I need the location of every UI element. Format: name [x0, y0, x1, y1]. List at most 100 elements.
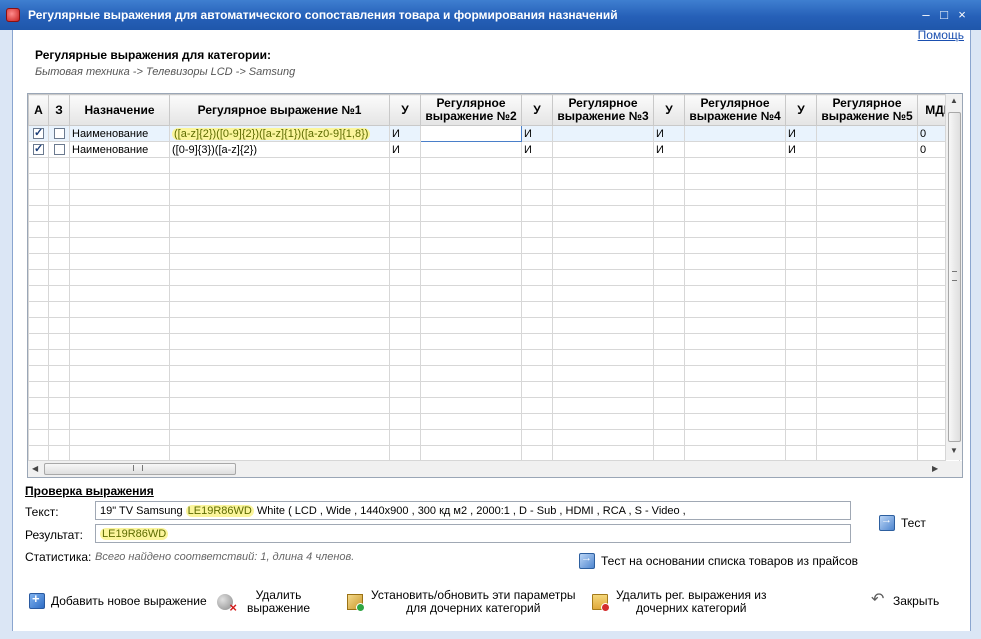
empty-cell [653, 253, 685, 270]
empty-cell [521, 429, 553, 446]
empty-cell [28, 349, 49, 366]
col-header-rx5[interactable]: Регулярное выражение №5 [816, 94, 918, 126]
cell-u2[interactable]: И [521, 141, 553, 158]
col-header-rx4[interactable]: Регулярное выражение №4 [684, 94, 786, 126]
cell-u4[interactable]: И [785, 125, 817, 142]
col-header-naznachenie[interactable]: Назначение [69, 94, 170, 126]
cell-rx1[interactable]: ([0-9]{3})([a-z]{2}) [169, 141, 390, 158]
result-field[interactable]: LE19R86WD [95, 524, 851, 543]
cell-naznachenie[interactable]: Наименование [69, 141, 170, 158]
cell-rx3[interactable] [552, 125, 654, 142]
cell-u1[interactable]: И [389, 125, 421, 142]
empty-cell [420, 269, 522, 286]
col-header-u2[interactable]: У [521, 94, 553, 126]
horizontal-scrollbar[interactable]: ◀ ▶ [28, 460, 946, 477]
empty-cell [48, 173, 70, 190]
empty-cell [169, 333, 390, 350]
scroll-left-icon[interactable]: ◀ [32, 464, 38, 473]
empty-cell [785, 285, 817, 302]
close-icon[interactable]: × [954, 8, 970, 22]
col-header-z[interactable]: З [48, 94, 70, 126]
maximize-icon[interactable]: □ [936, 8, 952, 22]
cell-rx4[interactable] [684, 125, 786, 142]
empty-cell [420, 381, 522, 398]
col-header-u1[interactable]: У [389, 94, 421, 126]
empty-row [28, 173, 960, 190]
cell-rx5[interactable] [816, 125, 918, 142]
cell-naznachenie[interactable]: Наименование [69, 125, 170, 142]
empty-cell [785, 365, 817, 382]
scroll-up-icon[interactable]: ▲ [950, 96, 958, 105]
grip-icon [952, 271, 957, 281]
cell-rx4[interactable] [684, 141, 786, 158]
empty-cell [785, 269, 817, 286]
regex-grid[interactable]: А З Назначение Регулярное выражение №1 У… [27, 93, 963, 478]
horizontal-scroll-thumb[interactable] [44, 463, 236, 475]
checkbox-a[interactable] [33, 127, 44, 140]
table-row[interactable]: Наименование ([a-z]{2})([0-9]{2})([a-z]{… [28, 125, 960, 142]
empty-cell [420, 317, 522, 334]
cell-u3[interactable]: И [653, 141, 685, 158]
checkbox-a[interactable] [33, 143, 44, 156]
empty-cell [69, 189, 170, 206]
add-expression-button[interactable]: Добавить новое выражение [29, 591, 207, 609]
cell-u4[interactable]: И [785, 141, 817, 158]
set-child-params-button[interactable]: Установить/обновить эти параметры для доч… [347, 589, 576, 615]
empty-cell [785, 189, 817, 206]
help-link[interactable]: Помощь [918, 28, 964, 42]
empty-row [28, 189, 960, 206]
minimize-icon[interactable]: – [918, 8, 934, 22]
empty-cell [169, 285, 390, 302]
title-bar[interactable]: Регулярные выражения для автоматического… [0, 0, 981, 30]
cell-u1[interactable]: И [389, 141, 421, 158]
col-header-a[interactable]: А [28, 94, 49, 126]
empty-cell [785, 205, 817, 222]
empty-cell [389, 269, 421, 286]
empty-cell [552, 205, 654, 222]
checkbox-z[interactable] [53, 144, 65, 156]
empty-cell [69, 285, 170, 302]
empty-cell [28, 413, 49, 430]
cell-rx5[interactable] [816, 141, 918, 158]
empty-cell [684, 205, 786, 222]
table-row[interactable]: Наименование ([0-9]{3})([a-z]{2}) И И И … [28, 141, 960, 158]
col-header-rx3[interactable]: Регулярное выражение №3 [552, 94, 654, 126]
empty-cell [684, 349, 786, 366]
cell-z[interactable] [48, 125, 70, 142]
empty-cell [653, 333, 685, 350]
empty-cell [552, 301, 654, 318]
scroll-right-icon[interactable]: ▶ [932, 464, 938, 473]
empty-cell [684, 301, 786, 318]
test-text-input[interactable]: 19" TV Samsung LE19R86WD White ( LCD , W… [95, 501, 851, 520]
close-button[interactable]: Закрыть [871, 589, 939, 609]
check-section-title: Проверка выражения [25, 484, 154, 498]
col-header-rx2[interactable]: Регулярное выражение №2 [420, 94, 522, 126]
empty-cell [389, 301, 421, 318]
cell-rx2[interactable] [420, 141, 522, 158]
empty-cell [48, 269, 70, 286]
test-button[interactable]: Тест [879, 514, 926, 531]
delete-expression-button[interactable]: Удалитьвыражение [217, 589, 310, 615]
col-header-u3[interactable]: У [653, 94, 685, 126]
cell-rx2-editor[interactable] [420, 125, 522, 142]
cell-rx3[interactable] [552, 141, 654, 158]
empty-cell [684, 221, 786, 238]
col-header-rx1[interactable]: Регулярное выражение №1 [169, 94, 390, 126]
cell-u3[interactable]: И [653, 125, 685, 142]
delete-child-regex-button[interactable]: Удалить рег. выражения из дочерних катего… [592, 589, 767, 615]
empty-cell [420, 365, 522, 382]
cell-u2[interactable]: И [521, 125, 553, 142]
empty-cell [28, 269, 49, 286]
cell-rx1[interactable]: ([a-z]{2})([0-9]{2})([a-z]{1})([a-z0-9]{… [169, 125, 390, 142]
cell-z[interactable] [48, 141, 70, 158]
cell-a[interactable] [28, 125, 49, 142]
vertical-scrollbar[interactable]: ▲ ▼ [945, 94, 962, 460]
vertical-scroll-thumb[interactable] [948, 112, 961, 442]
empty-cell [684, 253, 786, 270]
cell-a[interactable] [28, 141, 49, 158]
scroll-down-icon[interactable]: ▼ [950, 446, 958, 455]
col-header-u4[interactable]: У [785, 94, 817, 126]
test-prices-button[interactable]: Тест на основании списка товаров из прай… [579, 552, 858, 569]
checkbox-z[interactable] [53, 128, 65, 140]
empty-cell [69, 317, 170, 334]
